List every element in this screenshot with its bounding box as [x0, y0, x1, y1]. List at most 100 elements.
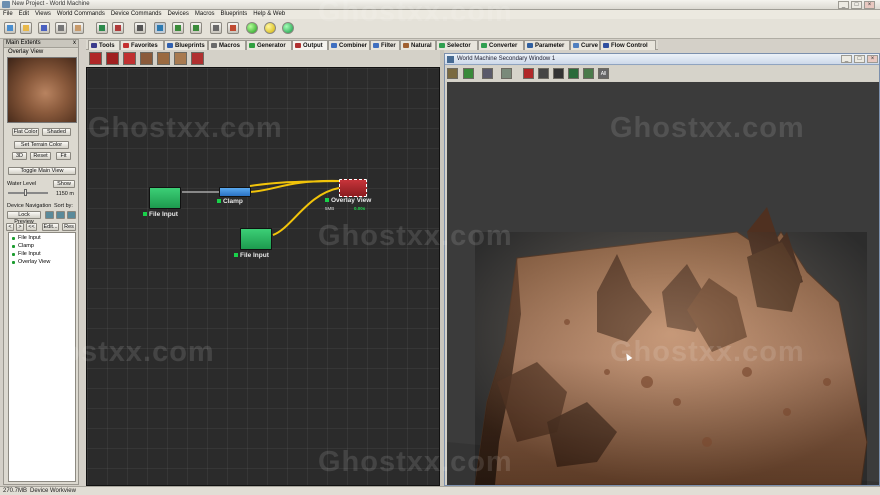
menu-file[interactable]: File — [0, 10, 16, 18]
show-button[interactable]: Show — [53, 180, 75, 188]
mesh-output-icon[interactable] — [174, 52, 187, 65]
node-overlay-view[interactable] — [339, 179, 367, 197]
menu-views[interactable]: Views — [32, 10, 54, 18]
node-file-input-1[interactable] — [149, 187, 181, 209]
tab-natural[interactable]: Natural — [400, 40, 436, 50]
save-device-icon[interactable] — [106, 52, 119, 65]
menu-macros[interactable]: Macros — [192, 10, 218, 18]
terrain-view-icon[interactable] — [501, 68, 512, 79]
res-button[interactable]: Res — [62, 223, 76, 231]
tab-blueprints[interactable]: Blueprints — [164, 40, 208, 50]
maximize-button[interactable]: □ — [851, 1, 862, 9]
window-icon — [447, 56, 454, 63]
fit-button[interactable]: Fit — [56, 152, 71, 160]
workflow-icon[interactable] — [96, 22, 108, 34]
panel-close-icon[interactable]: x — [73, 40, 76, 46]
tab-flow-control[interactable]: Flow Control — [600, 40, 656, 50]
grid-icon[interactable] — [154, 22, 166, 34]
build-all-icon[interactable] — [282, 22, 294, 34]
tab-combiner[interactable]: Combiner — [328, 40, 370, 50]
node-label: Clamp — [217, 198, 243, 205]
secondary-close-button[interactable]: × — [867, 55, 878, 63]
settings-icon[interactable] — [210, 22, 222, 34]
terrain-icon[interactable] — [172, 22, 184, 34]
render-icon[interactable] — [523, 68, 534, 79]
tab-filter[interactable]: Filter — [370, 40, 400, 50]
terrain-preview-thumbnail[interactable] — [7, 57, 77, 123]
tab-curve[interactable]: Curve — [570, 40, 600, 50]
tab-parameter[interactable]: Parameter — [524, 40, 570, 50]
menu-help[interactable]: Help & Web — [250, 10, 288, 18]
secondary-maximize-button[interactable]: □ — [854, 55, 865, 63]
minimize-button[interactable]: _ — [838, 1, 849, 9]
reset-button[interactable]: Reset — [30, 152, 51, 160]
sort-type-icon[interactable] — [45, 211, 54, 219]
menu-blueprints[interactable]: Blueprints — [218, 10, 251, 18]
export-device-icon[interactable] — [191, 52, 204, 65]
lock-icon[interactable] — [553, 68, 564, 79]
all-view-button[interactable]: All — [598, 68, 609, 79]
tab-converter[interactable]: Converter — [478, 40, 524, 50]
tab-tools[interactable]: Tools — [88, 40, 120, 50]
menu-devices[interactable]: Devices — [165, 10, 192, 18]
settings-icon[interactable] — [583, 68, 594, 79]
sort-order-icon[interactable] — [67, 211, 76, 219]
menu-edit[interactable]: Edit — [16, 10, 32, 18]
tab-favorites[interactable]: Favorites — [120, 40, 164, 50]
shaded-view-icon[interactable] — [482, 68, 493, 79]
sort-name-icon[interactable] — [56, 211, 65, 219]
nav-forward-button[interactable]: > — [16, 223, 24, 231]
tree-item[interactable]: Overlay View — [11, 259, 50, 265]
splat-device-icon[interactable] — [140, 52, 153, 65]
tree-item[interactable]: File Input — [12, 251, 41, 257]
close-button[interactable]: × — [864, 1, 875, 9]
set-terrain-color-button[interactable]: Set Terrain Color — [14, 141, 69, 149]
output-device-icon[interactable] — [89, 52, 102, 65]
height-output-icon[interactable] — [157, 52, 170, 65]
build-tiles-icon[interactable] — [227, 22, 239, 34]
menu-device-commands[interactable]: Device Commands — [108, 10, 165, 18]
layout-icon[interactable] — [112, 22, 124, 34]
tiled-icon[interactable] — [190, 22, 202, 34]
water-level-slider[interactable] — [8, 192, 48, 194]
water-level-label: Water Level — [7, 181, 37, 187]
main-extents-header: Main Extents x — [4, 40, 78, 48]
overlay-device-icon[interactable] — [123, 52, 136, 65]
tab-macros[interactable]: Macros — [208, 40, 246, 50]
print-icon[interactable] — [55, 22, 67, 34]
water-level-handle[interactable] — [24, 189, 27, 196]
toggle-main-view-button[interactable]: Toggle Main View — [8, 167, 76, 175]
node-clamp[interactable] — [219, 187, 251, 197]
node-file-input-2[interactable] — [240, 228, 272, 250]
new-file-icon[interactable] — [4, 22, 16, 34]
status-mode: Device Workview — [30, 488, 76, 494]
save-icon[interactable] — [38, 22, 50, 34]
three-d-button[interactable]: 3D — [12, 152, 27, 160]
tab-selector[interactable]: Selector — [436, 40, 478, 50]
open-folder-icon[interactable] — [20, 22, 32, 34]
build-selected-icon[interactable] — [264, 22, 276, 34]
tab-label: Generator — [257, 43, 286, 49]
tab-label: Filter — [381, 43, 396, 49]
draw-icon[interactable] — [568, 68, 579, 79]
tree-item[interactable]: File Input — [12, 235, 41, 241]
edit-button[interactable]: Edit... — [42, 223, 59, 231]
flat-color-button[interactable]: Flat Color — [12, 128, 39, 136]
tab-output[interactable]: Output — [292, 40, 328, 50]
camera-icon[interactable] — [447, 68, 458, 79]
menu-world-commands[interactable]: World Commands — [54, 10, 108, 18]
grid-view-icon[interactable] — [463, 68, 474, 79]
tab-generator[interactable]: Generator — [246, 40, 292, 50]
nav-first-button[interactable]: << — [26, 223, 37, 231]
build-icon[interactable] — [246, 22, 258, 34]
hand-icon[interactable] — [72, 22, 84, 34]
secondary-minimize-button[interactable]: _ — [841, 55, 852, 63]
blueprint-icon — [167, 43, 173, 48]
tab-label: Parameter — [535, 43, 565, 49]
hd-icon[interactable] — [538, 68, 549, 79]
lock-preview-button[interactable]: Lock Preview — [7, 211, 41, 225]
shaded-button[interactable]: Shaded — [42, 128, 71, 136]
tree-item[interactable]: Clamp — [12, 243, 34, 249]
layout-view-icon[interactable] — [134, 22, 146, 34]
nav-back-button[interactable]: < — [6, 223, 14, 231]
